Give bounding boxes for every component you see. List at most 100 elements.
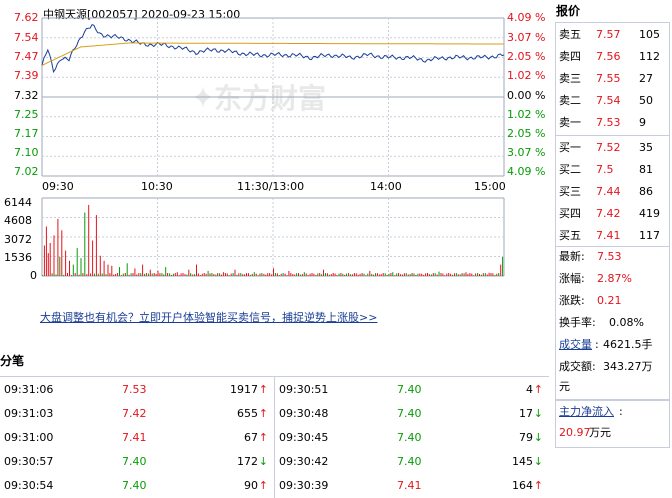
- volume-bar: [367, 273, 369, 276]
- buys-row: 买二 7.5 81: [559, 160, 667, 180]
- volume-bar: [305, 273, 307, 276]
- volume-bar: [244, 274, 246, 276]
- volume-bar: [502, 257, 504, 276]
- trade-row: 09:30:51 7.40 4 ↑: [279, 378, 547, 401]
- order-label: 卖二: [559, 94, 581, 107]
- volume-bar: [147, 273, 149, 276]
- volume-bar: [321, 274, 323, 276]
- trade-time: 09:31:00: [4, 431, 54, 444]
- sells-row: 卖三 7.55 27: [559, 69, 667, 89]
- order-volume: 112: [639, 50, 660, 63]
- volume-bar: [390, 273, 392, 276]
- volume-bar: [88, 204, 90, 276]
- time-axis-label: 11:30/13:00: [237, 180, 305, 193]
- netflow-link[interactable]: 主力净流入: [559, 402, 614, 422]
- trade-time: 09:30:42: [279, 455, 329, 468]
- volume-bar: [238, 273, 240, 276]
- volume-bar: [190, 273, 192, 276]
- price-axis-label: 7.47: [14, 50, 39, 63]
- change-label: 涨跌:: [559, 294, 585, 307]
- volume-bar: [103, 260, 105, 276]
- order-label: 买五: [559, 229, 581, 242]
- volume-bar: [151, 273, 153, 276]
- volume-axis-label: 0: [30, 269, 37, 282]
- volume-bar: [184, 274, 186, 276]
- volume-bar: [319, 273, 321, 276]
- intraday-chart[interactable]: 东方财富 ✦: [0, 0, 552, 300]
- volume-bar: [45, 226, 47, 276]
- volume-bar: [373, 274, 375, 276]
- volume-bar: [384, 273, 386, 276]
- amount-unit: 元: [559, 380, 570, 393]
- order-price: 7.42: [596, 207, 621, 220]
- latest-price: 7.53: [597, 250, 622, 263]
- volume-bar: [344, 274, 346, 276]
- watermark-logo-icon: ✦: [190, 81, 215, 116]
- order-price: 7.5: [596, 163, 614, 176]
- volume-bar: [203, 273, 205, 276]
- trade-time: 09:30:57: [4, 455, 54, 468]
- up-arrow-icon: ↑: [258, 479, 268, 492]
- volume-bar: [55, 274, 57, 276]
- pct-axis-label: 4.09 %: [507, 165, 546, 178]
- volume-bar: [174, 273, 176, 276]
- volume-bar: [51, 273, 53, 276]
- netflow-sep: :: [619, 405, 623, 418]
- volume-bar: [436, 274, 438, 276]
- volume-bar: [311, 273, 313, 276]
- volume-bar: [172, 273, 174, 276]
- pct-axis-label: 3.07 %: [507, 31, 546, 44]
- volume-bar: [42, 275, 43, 276]
- volume-bar: [276, 273, 278, 276]
- volume-bar: [78, 274, 80, 276]
- promo-link[interactable]: 大盘调整也有机会？立即开户体验智能买卖信号，捕捉逆势上涨股>>: [40, 309, 377, 325]
- volume-bar: [228, 275, 230, 276]
- volume-bar: [359, 273, 361, 276]
- volume-bar: [43, 245, 45, 276]
- volume-bar: [196, 264, 197, 276]
- netflow-unit: 万元: [589, 426, 611, 439]
- volume-bar: [72, 264, 74, 276]
- volume-bar: [400, 274, 402, 276]
- volume-bar: [459, 274, 461, 276]
- volume-bar: [209, 273, 211, 276]
- volume-bar: [477, 273, 479, 276]
- trade-volume: 1917: [230, 383, 258, 396]
- volume-bar: [334, 273, 336, 276]
- volume-bar: [192, 274, 194, 276]
- volume-bar: [90, 273, 92, 276]
- time-axis-label: 09:30: [42, 180, 74, 193]
- volume-bar: [138, 273, 140, 276]
- volume-bar: [117, 273, 119, 276]
- volume-bar: [278, 274, 280, 276]
- volume-bar: [434, 273, 436, 276]
- volume-bar: [500, 264, 502, 276]
- volume-bar: [157, 270, 159, 276]
- volume-bar: [274, 273, 276, 276]
- trade-row: 09:30:57 7.40 172 ↓: [4, 450, 272, 473]
- volume-bar: [273, 268, 274, 276]
- volume-bar: [361, 273, 363, 276]
- order-volume: 86: [639, 185, 653, 198]
- volume-bar: [442, 273, 444, 276]
- volume-bar: [69, 260, 70, 276]
- volume-bar: [469, 273, 471, 276]
- volume-link[interactable]: 成交量: [559, 335, 592, 355]
- trade-row: 09:30:54 7.40 90 ↑: [4, 474, 272, 497]
- volume-bar: [94, 273, 95, 276]
- volume-bar: [365, 275, 367, 276]
- quote-panel: 报价 卖五 7.57 105 卖四 7.56 112 卖三 7.55 27 卖二 7.54 50 卖一 7…: [554, 0, 672, 497]
- volume-bar: [403, 273, 405, 276]
- volume-bar: [246, 273, 247, 276]
- volume-bar: [249, 274, 251, 276]
- volume-bar: [340, 273, 342, 276]
- volume-bar: [378, 274, 380, 276]
- order-label: 买四: [559, 207, 581, 220]
- time-axis-label: 14:00: [370, 180, 402, 193]
- volume-axis-label: 3072: [4, 233, 32, 246]
- trade-row: 09:31:00 7.41 67 ↑: [4, 426, 272, 449]
- volume-bar: [107, 264, 109, 276]
- volume-bar: [124, 273, 126, 276]
- order-label: 买二: [559, 163, 581, 176]
- volume-bar: [419, 273, 421, 276]
